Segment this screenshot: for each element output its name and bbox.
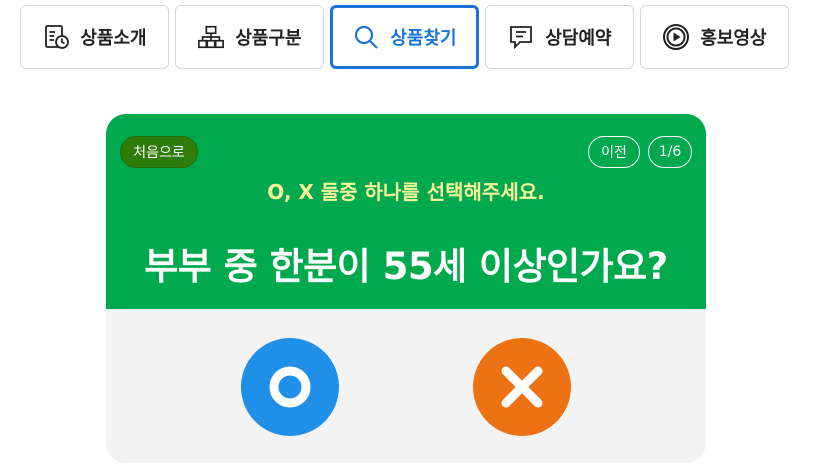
tab-product-search[interactable]: 상품찾기 (330, 5, 479, 69)
x-icon (501, 366, 543, 408)
document-clock-icon (42, 23, 70, 51)
tab-label: 상품찾기 (390, 28, 457, 49)
circle-o-icon (269, 366, 311, 408)
tab-label: 상품소개 (80, 28, 147, 49)
tab-product-category[interactable]: 상품구분 (175, 5, 324, 69)
tab-consult-booking[interactable]: 상담예약 (485, 5, 634, 69)
step-counter: 1/6 (648, 136, 692, 168)
quiz-question-panel: 처음으로 이전 1/6 O, X 둘중 하나를 선택해주세요. 부부 중 한분이… (106, 114, 706, 309)
tab-label: 상품구분 (235, 28, 302, 49)
search-icon (352, 23, 380, 51)
org-chart-icon (197, 23, 225, 51)
restart-button[interactable]: 처음으로 (120, 136, 198, 168)
previous-button[interactable]: 이전 (588, 136, 640, 168)
tab-label: 상담예약 (545, 28, 612, 49)
quiz-instruction: O, X 둘중 하나를 선택해주세요. (267, 180, 545, 204)
play-icon (662, 23, 690, 51)
chat-bubble-icon (507, 23, 535, 51)
quiz-card: 처음으로 이전 1/6 O, X 둘중 하나를 선택해주세요. 부부 중 한분이… (106, 114, 706, 463)
quiz-question: 부부 중 한분이 55세 이상인가요? (144, 245, 668, 288)
tab-product-intro[interactable]: 상품소개 (20, 5, 169, 69)
answer-yes-button[interactable] (241, 338, 339, 436)
tab-promo-video[interactable]: 홍보영상 (640, 5, 789, 69)
product-tab-bar: 상품소개 상품구분 상품찾기 상담예약 홍보영상 (20, 5, 789, 69)
tab-label: 홍보영상 (700, 28, 767, 49)
answer-no-button[interactable] (473, 338, 571, 436)
